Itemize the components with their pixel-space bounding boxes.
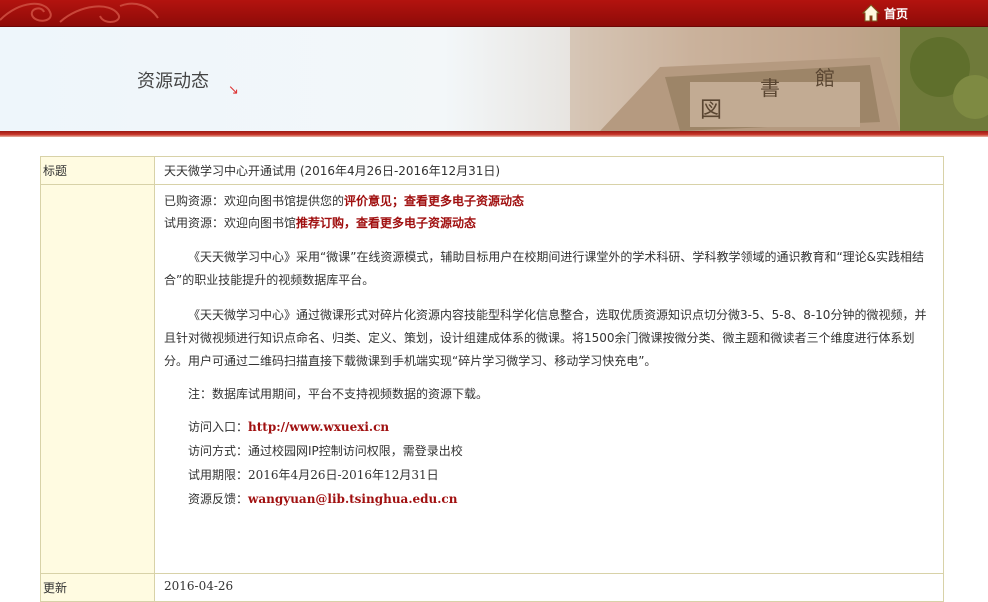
- description-paragraph-1: 《天天微学习中心》采用“微课”在线资源模式，辅助目标用户在校期间进行课堂外的学术…: [164, 250, 925, 287]
- record-table: 标题 天天微学习中心开通试用 (2016年4月26日-2016年12月31日) …: [40, 156, 944, 602]
- access-label: 访问入口：: [188, 420, 249, 434]
- title-row: 标题 天天微学习中心开通试用 (2016年4月26日-2016年12月31日): [40, 156, 944, 185]
- access-row: 访问入口：http://www.wxuexi.cn: [188, 415, 934, 439]
- purchased-prefix: 已购资源：欢迎向图书馆提供您的: [164, 194, 345, 208]
- evaluation-link[interactable]: 评价意见: [344, 194, 392, 208]
- page-title: 资源动态: [137, 71, 209, 92]
- method-row: 访问方式：通过校园网IP控制访问权限，需登录出校: [188, 439, 934, 463]
- home-link[interactable]: 首页: [862, 4, 908, 22]
- period-row: 试用期限：2016年4月26日-2016年12月31日: [188, 463, 934, 487]
- home-label: 首页: [884, 6, 909, 21]
- arrow-icon: ↘: [228, 83, 239, 98]
- trial-line: 试用资源：欢迎向图书馆推荐订购，查看更多电子资源动态: [164, 212, 934, 234]
- purchased-separator: ；: [392, 194, 405, 208]
- method-value: 通过校园网IP控制访问权限，需登录出校: [248, 444, 463, 458]
- info-block: 访问入口：http://www.wxuexi.cn 访问方式：通过校园网IP控制…: [164, 415, 934, 511]
- update-label: 更新: [40, 573, 155, 602]
- title-label: 标题: [40, 156, 155, 185]
- period-value: 2016年4月26日-2016年12月31日: [248, 468, 439, 482]
- recommend-link[interactable]: 推荐订购: [296, 216, 344, 230]
- feedback-label: 资源反馈：: [188, 492, 249, 506]
- more-resources-link-2[interactable]: 查看更多电子资源动态: [356, 216, 476, 230]
- banner: 図 書 館 资源动态 ↘: [0, 27, 988, 131]
- method-label: 访问方式：: [188, 444, 249, 458]
- svg-text:書: 書: [760, 76, 780, 100]
- banner-divider: [0, 131, 988, 137]
- body-content: 已购资源：欢迎向图书馆提供您的评价意见；查看更多电子资源动态 试用资源：欢迎向图…: [154, 184, 944, 574]
- svg-text:館: 館: [815, 66, 835, 90]
- trial-prefix: 试用资源：欢迎向图书馆: [164, 216, 297, 230]
- feedback-email-link[interactable]: wangyuan@lib.tsinghua.edu.cn: [248, 492, 457, 506]
- access-url-link[interactable]: http://www.wxuexi.cn: [248, 420, 389, 434]
- period-label: 试用期限：: [188, 468, 249, 482]
- feedback-row: 资源反馈：wangyuan@lib.tsinghua.edu.cn: [188, 487, 934, 511]
- trial-note: 注：数据库试用期间，平台不支持视频数据的资源下载。: [188, 387, 489, 401]
- update-row: 更新 2016-04-26: [40, 573, 944, 602]
- home-icon: [862, 4, 880, 22]
- decorative-swirl: [0, 2, 159, 23]
- body-label-cell: [40, 184, 155, 574]
- purchased-line: 已购资源：欢迎向图书馆提供您的评价意见；查看更多电子资源动态: [164, 190, 934, 212]
- update-value: 2016-04-26: [154, 573, 944, 602]
- description-paragraph-2: 《天天微学习中心》通过微课形式对碎片化资源内容技能型科学化信息整合，选取优质资源…: [164, 308, 927, 368]
- more-resources-link-1[interactable]: 查看更多电子资源动态: [404, 194, 524, 208]
- body-row: 已购资源：欢迎向图书馆提供您的评价意见；查看更多电子资源动态 试用资源：欢迎向图…: [40, 184, 944, 574]
- title-value: 天天微学习中心开通试用 (2016年4月26日-2016年12月31日): [154, 156, 944, 185]
- top-bar: 首页: [0, 0, 988, 27]
- svg-text:図: 図: [700, 98, 722, 123]
- trial-separator: ，: [344, 216, 357, 230]
